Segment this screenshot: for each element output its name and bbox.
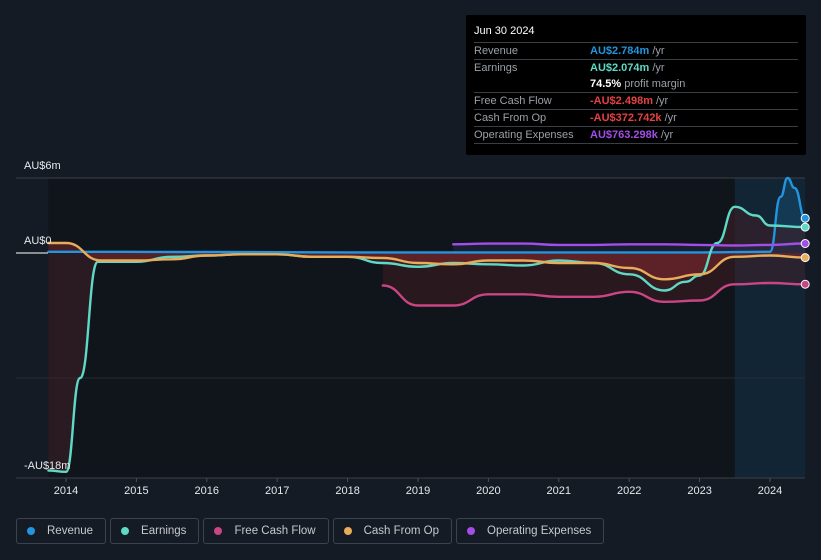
tooltip-unit: /yr (655, 95, 669, 107)
y-tick-label-0: AU$0 (24, 235, 52, 247)
legend-label: Free Cash Flow (234, 525, 316, 537)
tooltip-value: AU$2.784m (590, 45, 650, 57)
tooltip-divider (474, 143, 798, 144)
tooltip-value: 74.5% (590, 78, 622, 90)
x-tick-label-2017: 2017 (265, 485, 289, 497)
tooltip-label: Revenue (474, 45, 519, 57)
x-tick-label-2016: 2016 (195, 485, 219, 497)
legend-dot-icon (121, 527, 130, 535)
legend-item-earnings[interactable]: Earnings (110, 518, 200, 544)
legend-label: Cash From Op (363, 525, 440, 537)
legend-item-free-cash-flow[interactable]: Free Cash Flow (203, 518, 329, 544)
x-tick-label-2021: 2021 (547, 485, 571, 497)
tooltip-unit: /yr (652, 62, 665, 74)
x-tick-label-2023: 2023 (687, 485, 711, 497)
x-tick-label-2024: 2024 (758, 485, 782, 497)
tooltip-label: Cash From Op (474, 112, 547, 124)
legend-dot-icon (214, 527, 223, 535)
tooltip-panel: Jun 30 2024 Revenue AU$2.784m /yr Earnin… (466, 15, 806, 155)
tooltip-value: -AU$372.742k (590, 112, 662, 124)
tooltip-label: Free Cash Flow (474, 95, 552, 107)
tooltip-unit: /yr (660, 129, 674, 141)
plot-background (48, 178, 805, 478)
tooltip-unit: /yr (652, 45, 665, 57)
tooltip-value: AU$2.074m (590, 62, 650, 74)
tooltip-label: Operating Expenses (474, 129, 574, 141)
tooltip-row-earnings: Earnings AU$2.074m /yr (474, 59, 798, 76)
legend-dot-icon (343, 527, 352, 535)
legend-label: Operating Expenses (487, 525, 592, 537)
y-tick-label-minus-18m: -AU$18m (24, 460, 71, 472)
legend-dot-icon (27, 527, 35, 535)
legend-label: Earnings (141, 525, 187, 537)
end-marker-cash-from-op (800, 253, 810, 263)
tooltip-label: Earnings (474, 62, 518, 74)
tooltip-value: -AU$2.498m (590, 95, 653, 107)
end-marker-operating-expenses (800, 239, 810, 248)
tooltip-row-operating-expenses: Operating Expenses AU$763.298k /yr (474, 126, 798, 143)
x-tick-label-2020: 2020 (476, 485, 500, 497)
x-tick-label-2015: 2015 (124, 485, 148, 497)
legend-item-revenue[interactable]: Revenue (16, 518, 107, 544)
x-tick-label-2014: 2014 (54, 485, 78, 497)
tooltip-date: Jun 30 2024 (474, 25, 535, 37)
tooltip-label (474, 76, 590, 92)
end-marker-free-cash-flow (800, 279, 810, 289)
tooltip-unit: /yr (664, 112, 677, 124)
legend-item-operating-expenses[interactable]: Operating Expenses (456, 518, 605, 544)
x-tick-label-2019: 2019 (406, 485, 430, 497)
tooltip-row-revenue: Revenue AU$2.784m /yr (474, 42, 798, 59)
x-tick-label-2022: 2022 (617, 485, 641, 497)
tooltip-row-cash-from-op: Cash From Op -AU$372.742k /yr (474, 109, 798, 126)
y-tick-label-6m: AU$6m (24, 160, 61, 172)
tooltip-row-profit-margin: 74.5% profit margin (474, 76, 798, 92)
tooltip-unit: profit margin (624, 78, 686, 90)
x-tick-label-2018: 2018 (335, 485, 359, 497)
tooltip-row-free-cash-flow: Free Cash Flow -AU$2.498m /yr (474, 92, 798, 109)
legend-item-cash-from-op[interactable]: Cash From Op (332, 518, 453, 544)
tooltip-value: AU$763.298k (590, 129, 658, 141)
chart-legend: Revenue Earnings Free Cash Flow Cash Fro… (16, 518, 605, 544)
end-marker-revenue (800, 213, 810, 223)
legend-dot-icon (467, 527, 476, 535)
legend-label: Revenue (47, 525, 94, 537)
end-marker-earnings (800, 222, 810, 232)
